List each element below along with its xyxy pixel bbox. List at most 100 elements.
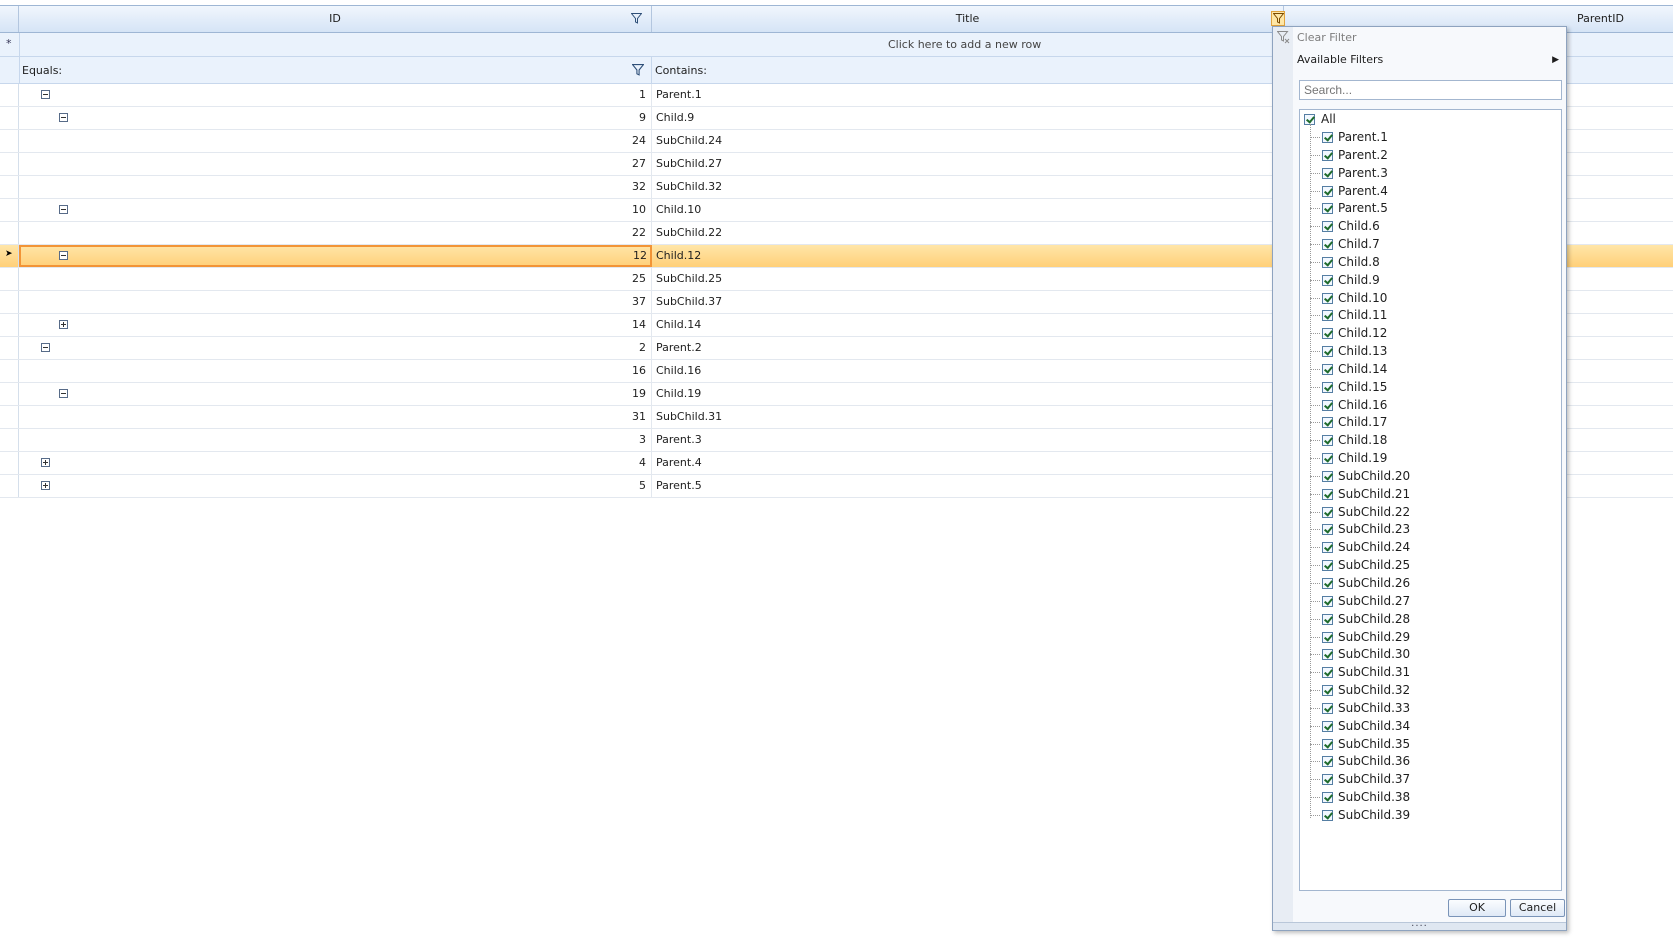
checkbox-checked-icon[interactable]: [1322, 720, 1333, 732]
checkbox-checked-icon[interactable]: [1322, 256, 1333, 268]
checkbox-checked-icon[interactable]: [1322, 756, 1333, 768]
checkbox-checked-icon[interactable]: [1322, 738, 1333, 750]
filter-value-item[interactable]: Child.12: [1310, 324, 1550, 343]
filter-value-item[interactable]: Child.15: [1310, 378, 1550, 397]
id-cell[interactable]: 10: [19, 199, 652, 221]
row-indicator[interactable]: [0, 199, 19, 221]
checkbox-checked-icon[interactable]: [1322, 506, 1333, 518]
filter-value-item[interactable]: Parent.5: [1310, 199, 1550, 218]
filter-value-item[interactable]: SubChild.20: [1310, 467, 1550, 486]
title-filter-operator[interactable]: Contains:: [655, 64, 707, 77]
checkbox-checked-icon[interactable]: [1322, 560, 1333, 572]
resize-grip[interactable]: ....: [1273, 919, 1566, 930]
filter-value-item[interactable]: SubChild.38: [1310, 788, 1550, 807]
checkbox-checked-icon[interactable]: [1322, 702, 1333, 714]
checkbox-checked-icon[interactable]: [1322, 685, 1333, 697]
available-filters-item[interactable]: Available Filters ▶: [1297, 51, 1559, 69]
filter-funnel-icon[interactable]: [632, 64, 644, 76]
filter-value-item[interactable]: SubChild.23: [1310, 520, 1550, 539]
id-cell[interactable]: 5: [19, 475, 652, 497]
filter-value-item[interactable]: SubChild.22: [1310, 503, 1550, 522]
filter-value-item[interactable]: Parent.1: [1310, 128, 1550, 147]
id-cell[interactable]: 19: [19, 383, 652, 405]
checkbox-checked-icon[interactable]: [1322, 774, 1333, 786]
filter-funnel-icon[interactable]: [631, 13, 642, 24]
cancel-button[interactable]: Cancel: [1510, 899, 1565, 917]
row-indicator[interactable]: [0, 429, 19, 451]
filter-value-item[interactable]: SubChild.39: [1310, 806, 1550, 825]
checkbox-checked-icon[interactable]: [1322, 149, 1333, 161]
filter-value-item[interactable]: Child.19: [1310, 449, 1550, 468]
row-indicator[interactable]: [0, 222, 19, 244]
filter-value-item[interactable]: Child.14: [1310, 360, 1550, 379]
checkbox-checked-icon[interactable]: [1322, 185, 1333, 197]
row-indicator[interactable]: [0, 452, 19, 474]
collapse-icon[interactable]: [59, 251, 68, 260]
checkbox-checked-icon[interactable]: [1322, 488, 1333, 500]
checkbox-checked-icon[interactable]: [1322, 292, 1333, 304]
filter-value-item[interactable]: SubChild.31: [1310, 663, 1550, 682]
expand-icon[interactable]: [59, 320, 68, 329]
filter-value-item[interactable]: SubChild.36: [1310, 752, 1550, 771]
filter-value-item[interactable]: Child.8: [1310, 253, 1550, 272]
checkbox-checked-icon[interactable]: [1322, 453, 1333, 465]
ok-button[interactable]: OK: [1448, 899, 1506, 917]
filter-value-item[interactable]: SubChild.33: [1310, 699, 1550, 718]
filter-value-item[interactable]: SubChild.37: [1310, 770, 1550, 789]
id-cell[interactable]: 9: [19, 107, 652, 129]
collapse-icon[interactable]: [41, 90, 50, 99]
checkbox-checked-icon[interactable]: [1322, 524, 1333, 536]
id-cell[interactable]: 27: [19, 153, 652, 175]
filter-value-item[interactable]: SubChild.29: [1310, 628, 1550, 647]
filter-value-item[interactable]: Child.18: [1310, 431, 1550, 450]
id-cell[interactable]: 2: [19, 337, 652, 359]
checkbox-checked-icon[interactable]: [1322, 809, 1333, 821]
checkbox-checked-icon[interactable]: [1322, 346, 1333, 358]
filter-value-item[interactable]: SubChild.27: [1310, 592, 1550, 611]
checkbox-checked-icon[interactable]: [1322, 631, 1333, 643]
id-cell[interactable]: 3: [19, 429, 652, 451]
id-cell[interactable]: 4: [19, 452, 652, 474]
checkbox-checked-icon[interactable]: [1322, 203, 1333, 215]
filter-value-item[interactable]: Child.6: [1310, 217, 1550, 236]
column-header-id[interactable]: ID: [19, 6, 652, 32]
checkbox-checked-icon[interactable]: [1322, 595, 1333, 607]
checkbox-checked-icon[interactable]: [1322, 792, 1333, 804]
row-indicator[interactable]: [0, 130, 19, 152]
collapse-icon[interactable]: [59, 113, 68, 122]
row-indicator[interactable]: [0, 107, 19, 129]
filter-value-item[interactable]: Child.10: [1310, 289, 1550, 308]
id-cell[interactable]: 16: [19, 360, 652, 382]
expand-icon[interactable]: [41, 481, 50, 490]
filter-value-all[interactable]: All: [1304, 110, 1544, 129]
id-filter-operator[interactable]: Equals:: [22, 64, 62, 77]
checkbox-checked-icon[interactable]: [1322, 399, 1333, 411]
id-cell[interactable]: 24: [19, 130, 652, 152]
id-cell[interactable]: 32: [19, 176, 652, 198]
filter-value-item[interactable]: Child.9: [1310, 271, 1550, 290]
id-cell[interactable]: 25: [19, 268, 652, 290]
row-indicator[interactable]: [0, 84, 19, 106]
filter-value-item[interactable]: Child.7: [1310, 235, 1550, 254]
collapse-icon[interactable]: [59, 389, 68, 398]
checkbox-checked-icon[interactable]: [1322, 310, 1333, 322]
checkbox-checked-icon[interactable]: [1322, 132, 1333, 143]
clear-filter-item[interactable]: Clear Filter: [1297, 29, 1357, 47]
checkbox-checked-icon[interactable]: [1322, 221, 1333, 233]
checkbox-checked-icon[interactable]: [1322, 613, 1333, 625]
checkbox-checked-icon[interactable]: [1322, 381, 1333, 393]
filter-value-item[interactable]: SubChild.28: [1310, 610, 1550, 629]
checkbox-checked-icon[interactable]: [1322, 435, 1333, 447]
id-cell[interactable]: 1: [19, 84, 652, 106]
checkbox-checked-icon[interactable]: [1322, 274, 1333, 286]
new-row-label[interactable]: Click here to add a new row: [888, 38, 1041, 51]
row-indicator[interactable]: [0, 153, 19, 175]
id-cell[interactable]: 37: [19, 291, 652, 313]
checkbox-checked-icon[interactable]: [1322, 239, 1333, 251]
id-cell[interactable]: 12: [19, 245, 652, 267]
title-filter-button[interactable]: [1271, 11, 1285, 26]
checkbox-checked-icon[interactable]: [1322, 363, 1333, 375]
checkbox-checked-icon[interactable]: [1322, 578, 1333, 589]
filter-value-item[interactable]: SubChild.26: [1310, 574, 1550, 593]
row-indicator[interactable]: [0, 291, 19, 313]
